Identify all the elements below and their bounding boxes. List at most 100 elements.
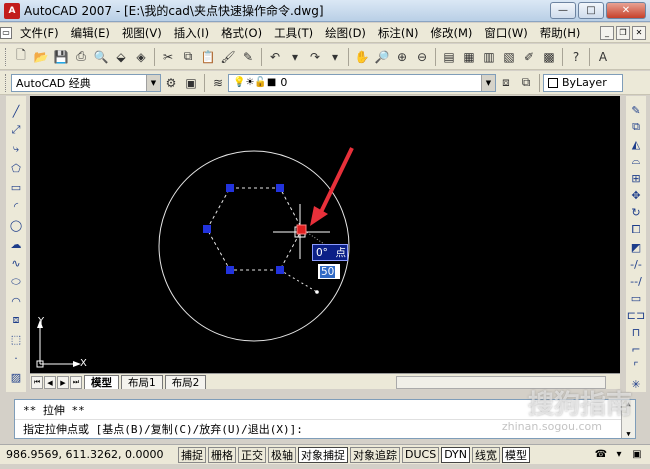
coordinate-readout[interactable]: 986.9569, 611.3262, 0.0000 [6, 448, 176, 461]
menu-insert[interactable]: 插入(I) [168, 25, 215, 41]
selected-hexagon[interactable] [206, 187, 303, 271]
maximize-button[interactable]: □ [578, 2, 604, 19]
drawing-area[interactable]: Y X 0° 点 50 [30, 96, 620, 373]
next-tab-icon[interactable]: ▶ [57, 376, 69, 389]
line-icon[interactable]: ╱ [7, 102, 25, 120]
insert-block-icon[interactable]: ⧈ [7, 311, 25, 329]
help-icon[interactable]: ? [566, 47, 586, 67]
grip[interactable] [226, 266, 234, 274]
rotate-icon[interactable]: ↻ [627, 205, 645, 221]
clean-screen-icon[interactable]: ▣ [630, 448, 644, 462]
layer-combo[interactable]: 💡☀🔓■ 0 ▼ [228, 73, 496, 92]
sheet-set-icon[interactable]: ▧ [499, 47, 519, 67]
design-center-icon[interactable]: ▦ [459, 47, 479, 67]
undo-icon[interactable]: ↶ [265, 47, 285, 67]
trim-icon[interactable]: -/- [627, 256, 645, 272]
new-file-icon[interactable]: 🗋 [11, 47, 31, 67]
join-icon[interactable]: ⊓ [627, 325, 645, 341]
toolbar-grip[interactable] [5, 73, 8, 92]
document-icon[interactable]: ▭ [0, 26, 12, 39]
ortho-toggle[interactable]: 正交 [238, 446, 266, 463]
menu-help[interactable]: 帮助(H) [534, 25, 587, 41]
zoom-window-icon[interactable]: ⊕ [392, 47, 412, 67]
break-icon[interactable]: ⊏⊐ [627, 308, 645, 324]
polyline-icon[interactable]: ⤷ [7, 140, 25, 158]
properties-icon[interactable]: ▤ [439, 47, 459, 67]
lineweight-toggle[interactable]: 线宽 [472, 446, 501, 463]
rectangle-icon[interactable]: ▭ [7, 178, 25, 196]
redo-dropdown-icon[interactable]: ▾ [325, 47, 345, 67]
tab-layout2[interactable]: 布局2 [164, 375, 207, 389]
scale-icon[interactable]: ⧠ [627, 222, 645, 238]
save-workspace-icon[interactable]: ▣ [181, 73, 201, 93]
markup-icon[interactable]: ✐ [519, 47, 539, 67]
spline-icon[interactable]: ∿ [7, 254, 25, 272]
cut-icon[interactable]: ✂ [158, 47, 178, 67]
menu-draw[interactable]: 绘图(D) [319, 25, 372, 41]
snap-toggle[interactable]: 捕捉 [178, 446, 206, 463]
menu-format[interactable]: 格式(O) [215, 25, 268, 41]
last-tab-icon[interactable]: ⏭ [70, 376, 82, 389]
grip[interactable] [226, 184, 234, 192]
ellipse-icon[interactable]: ⬭ [7, 273, 25, 291]
zoom-realtime-icon[interactable]: 🔎 [372, 47, 392, 67]
3d-dwf-icon[interactable]: ◈ [131, 47, 151, 67]
extend-icon[interactable]: --/ [627, 273, 645, 289]
tray-settings-icon[interactable]: ▾ [612, 448, 626, 462]
ellipse-arc-icon[interactable]: ◠ [7, 292, 25, 310]
menu-modify[interactable]: 修改(M) [425, 25, 479, 41]
chevron-down-icon[interactable]: ▼ [481, 74, 495, 91]
make-block-icon[interactable]: ⬚ [7, 330, 25, 348]
menu-window[interactable]: 窗口(W) [478, 25, 533, 41]
make-object-layer-current-icon[interactable]: ⧈ [496, 73, 516, 93]
doc-minimize-button[interactable]: _ [600, 25, 614, 40]
paste-icon[interactable]: 📋 [198, 47, 218, 67]
array-icon[interactable]: ⊞ [627, 171, 645, 187]
undo-dropdown-icon[interactable]: ▾ [285, 47, 305, 67]
dynamic-distance-input[interactable]: 50 [317, 263, 341, 280]
polygon-icon[interactable]: ⬠ [7, 159, 25, 177]
grip[interactable] [203, 225, 211, 233]
doc-close-button[interactable]: ✕ [632, 25, 646, 40]
offset-icon[interactable]: ⌓ [627, 153, 645, 169]
menu-file[interactable]: 文件(F) [14, 25, 65, 41]
toolbar-grip[interactable] [5, 47, 8, 66]
prev-tab-icon[interactable]: ◀ [44, 376, 56, 389]
workspace-settings-icon[interactable]: ⚙ [161, 73, 181, 93]
layer-manager-icon[interactable]: ≋ [208, 73, 228, 93]
workspace-combo[interactable]: AutoCAD 经典 ▼ [11, 73, 161, 92]
menu-tools[interactable]: 工具(T) [268, 25, 319, 41]
print-preview-icon[interactable]: 🔍 [91, 47, 111, 67]
communication-center-icon[interactable]: ☎ [594, 448, 608, 462]
block-editor-icon[interactable]: ✎ [238, 47, 258, 67]
polar-toggle[interactable]: 极轴 [268, 446, 296, 463]
copy-icon[interactable]: ⧉ [178, 47, 198, 67]
chevron-down-icon[interactable]: ▼ [146, 74, 160, 91]
revision-cloud-icon[interactable]: ☁ [7, 235, 25, 253]
save-icon[interactable]: 💾 [51, 47, 71, 67]
chamfer-icon[interactable]: ⌐ [627, 342, 645, 358]
open-file-icon[interactable]: 📂 [31, 47, 51, 67]
color-combo[interactable]: ByLayer [543, 73, 623, 92]
doc-restore-button[interactable]: ❐ [616, 25, 630, 40]
hot-grip[interactable] [296, 224, 307, 235]
break-at-point-icon[interactable]: ▭ [627, 290, 645, 306]
hatch-icon[interactable]: ▨ [7, 368, 25, 386]
text-style-icon[interactable]: A [593, 47, 613, 67]
otrack-toggle[interactable]: 对象追踪 [350, 446, 400, 463]
publish-icon[interactable]: ⬙ [111, 47, 131, 67]
grid-toggle[interactable]: 栅格 [208, 446, 236, 463]
point-icon[interactable]: · [7, 349, 25, 367]
move-icon[interactable]: ✥ [627, 188, 645, 204]
pan-icon[interactable]: ✋ [352, 47, 372, 67]
tab-model[interactable]: 模型 [84, 375, 119, 389]
fillet-icon[interactable]: ⌜ [627, 359, 645, 375]
dyn-toggle[interactable]: DYN [441, 446, 471, 463]
layer-previous-icon[interactable]: ⧉ [516, 73, 536, 93]
construction-line-icon[interactable]: ⤢ [7, 121, 25, 139]
mirror-icon[interactable]: ◭ [627, 136, 645, 152]
grip[interactable] [276, 184, 284, 192]
minimize-button[interactable]: — [550, 2, 576, 19]
copy-object-icon[interactable]: ⧉ [627, 119, 645, 135]
ducs-toggle[interactable]: DUCS [402, 446, 440, 463]
